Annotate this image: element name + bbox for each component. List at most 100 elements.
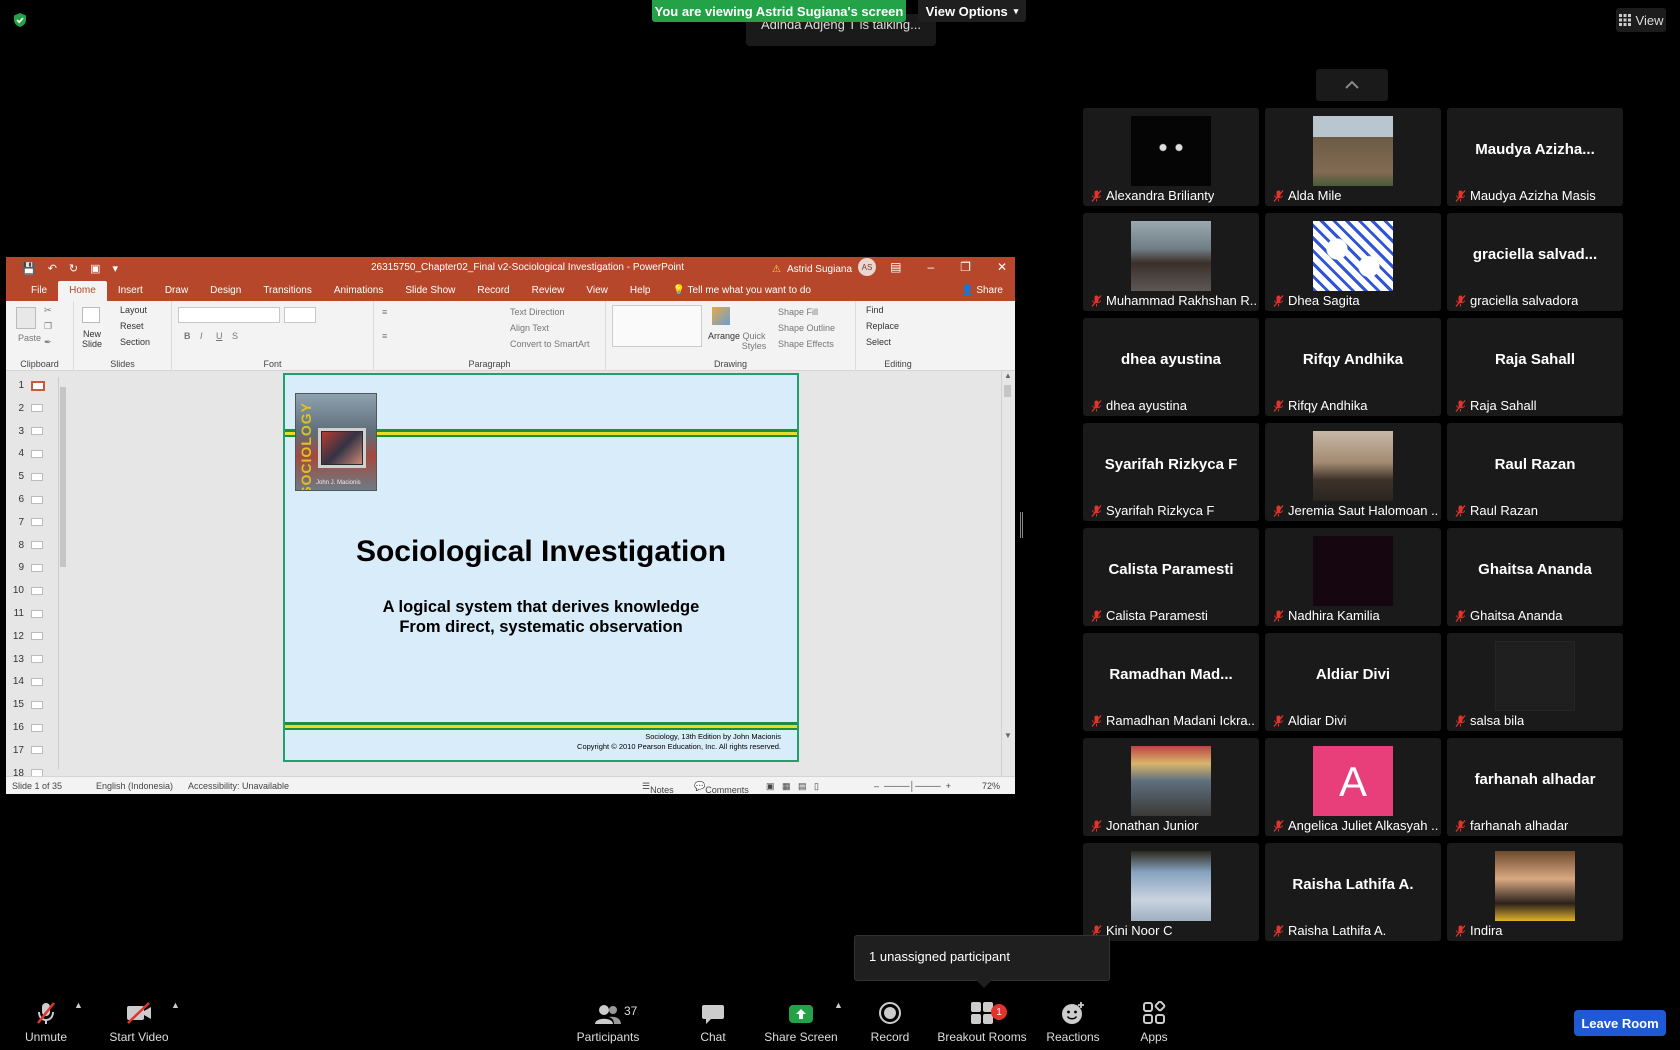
shape-fill-label: Shape Fill <box>778 307 819 317</box>
tab-transitions: Transitions <box>263 285 312 296</box>
participant-video <box>1313 536 1393 606</box>
panel-splitter-handle[interactable] <box>1020 512 1023 538</box>
reactions-button[interactable]: Reactions <box>1046 992 1100 1050</box>
participants-button[interactable]: Participants <box>574 992 642 1050</box>
participant-tile[interactable]: Kini Noor C <box>1083 843 1259 941</box>
save-icon: 💾 <box>22 262 36 275</box>
participant-name-label: Jonathan Junior <box>1091 818 1199 833</box>
layout-label: Layout <box>120 305 148 315</box>
slide-thumbnail-preview <box>31 677 43 686</box>
arrange-label: Arrange <box>708 331 741 341</box>
quick-styles-label: Quick Styles <box>741 331 767 351</box>
apps-button[interactable]: Apps <box>1138 992 1170 1050</box>
breakout-rooms-badge: 1 <box>991 1004 1007 1020</box>
microphone-muted-icon <box>1455 189 1466 202</box>
microphone-muted-icon <box>1273 189 1284 202</box>
gallery-view-button[interactable]: View <box>1616 8 1666 32</box>
start-video-button[interactable]: Start Video <box>106 992 172 1050</box>
unassigned-participant-tooltip[interactable]: 1 unassigned participant <box>854 935 1110 988</box>
participant-tile[interactable]: Aldiar Divi Aldiar Divi <box>1265 633 1441 731</box>
copy-icon: ❐ <box>44 321 53 331</box>
breakout-rooms-button[interactable]: Breakout Rooms <box>936 992 1028 1050</box>
gallery-page-up-button[interactable] <box>1316 69 1388 101</box>
participant-tile[interactable]: Indira <box>1447 843 1623 941</box>
slide-thumbnail: 10 <box>12 580 54 601</box>
participant-tile[interactable]: A Angelica Juliet Alkasyah ... <box>1265 738 1441 836</box>
format-painter-icon: ✒ <box>44 337 52 347</box>
ppt-editing-area: 1 2 3 4 5 6 7 8 9 10 11 12 13 14 15 16 17 18 SOCIOLOGY Jo… <box>6 371 1015 779</box>
participant-tile[interactable]: Alda Mile <box>1265 108 1441 206</box>
share-screen-button[interactable]: Share Screen <box>764 992 838 1050</box>
participant-tile[interactable]: Ramadhan Mad... Ramadhan Madani Ickra... <box>1083 633 1259 731</box>
participant-tile[interactable]: Maudya Azizha... Maudya Azizha Masis <box>1447 108 1623 206</box>
slide-thumbnail-preview <box>31 563 43 572</box>
slide-footer-line-1: Sociology, 13th Edition by John Macionis <box>645 732 781 741</box>
leave-room-button[interactable]: Leave Room <box>1574 1010 1666 1036</box>
ppt-ribbon-tabs: File Home Insert Draw Design Transitions… <box>6 279 1015 301</box>
participant-tile[interactable]: Muhammad Rakhshan R... <box>1083 213 1259 311</box>
participant-name: Nadhira Kamilia <box>1288 608 1380 623</box>
participant-tile[interactable]: Raja Sahall Raja Sahall <box>1447 318 1623 416</box>
participant-tile[interactable]: Raisha Lathifa A. Raisha Lathifa A. <box>1265 843 1441 941</box>
participant-tile[interactable]: Jeremia Saut Halomoan ... <box>1265 423 1441 521</box>
slide-thumbnail-number: 5 <box>18 471 24 483</box>
view-options-button[interactable]: View Options ▾ <box>918 0 1026 22</box>
editing-label: Editing <box>884 359 912 369</box>
tab-insert: Insert <box>117 285 143 296</box>
participant-name: Angelica Juliet Alkasyah ... <box>1288 818 1438 833</box>
tell-me-search: 💡 Tell me what you want to do <box>672 285 811 296</box>
participant-video <box>1313 116 1393 186</box>
record-button[interactable]: Record <box>869 992 911 1050</box>
record-label: Record <box>870 1030 910 1044</box>
participant-tile[interactable]: dhea ayustina dhea ayustina <box>1083 318 1259 416</box>
slide-thumbnail-number: 11 <box>13 608 24 619</box>
participant-tile[interactable]: Rifqy Andhika Rifqy Andhika <box>1265 318 1441 416</box>
share-options-caret-icon[interactable]: ▲ <box>834 1000 843 1010</box>
slide-thumbnail-number: 2 <box>18 402 24 414</box>
participant-tile[interactable]: Jonathan Junior <box>1083 738 1259 836</box>
slide-thumbnail-number: 3 <box>18 425 24 437</box>
participants-label: Participants <box>576 1030 640 1044</box>
thumbnail-scrollbar <box>58 377 66 769</box>
comments-label: Comments <box>705 785 749 794</box>
slide-thumbnail: 17 <box>12 740 54 761</box>
participant-tile[interactable]: Calista Paramesti Calista Paramesti <box>1083 528 1259 626</box>
slide-thumbnail-number: 1 <box>18 380 24 391</box>
slide-thumbnail-preview <box>31 609 43 618</box>
participant-name: Rifqy Andhika <box>1288 398 1368 413</box>
participant-tile[interactable]: salsa bila <box>1447 633 1623 731</box>
slide-thumbnail-number: 9 <box>18 562 24 574</box>
unmute-button[interactable]: Unmute <box>20 992 72 1050</box>
participant-tile[interactable]: Alexandra Brilianty <box>1083 108 1259 206</box>
slide-thumbnail: 8 <box>12 535 54 556</box>
viewing-screen-banner: You are viewing Astrid Sugiana's screen <box>652 0 906 22</box>
participant-tile[interactable]: Dhea Sagita <box>1265 213 1441 311</box>
participant-name-label: dhea ayustina <box>1091 398 1187 413</box>
start-video-label: Start Video <box>109 1030 169 1044</box>
warning-icon: ⚠ <box>772 263 781 275</box>
microphone-muted-icon <box>1273 294 1284 307</box>
participant-tile[interactable]: Nadhira Kamilia <box>1265 528 1441 626</box>
slide-thumbnail-preview <box>31 404 43 413</box>
slide-subtitle: A logical system that derives knowledge … <box>285 597 797 637</box>
slide-thumbnail-preview <box>31 655 43 664</box>
underline-icon: U <box>216 331 223 341</box>
security-shield-icon[interactable] <box>12 12 28 28</box>
font-name-box <box>178 307 280 323</box>
slide-thumbnail-preview <box>31 495 43 504</box>
participant-tile[interactable]: Raul Razan Raul Razan <box>1447 423 1623 521</box>
chat-button[interactable]: Chat <box>696 992 730 1050</box>
audio-options-caret-icon[interactable]: ▲ <box>74 1000 83 1010</box>
participant-tile[interactable]: Syarifah Rizkyca F Syarifah Rizkyca F <box>1083 423 1259 521</box>
customize-icon: ▾ <box>112 262 119 275</box>
chat-bubble-icon <box>702 1005 724 1024</box>
participant-name-label: Ramadhan Madani Ickra... <box>1091 713 1256 728</box>
participant-tile[interactable]: Ghaitsa Ananda Ghaitsa Ananda <box>1447 528 1623 626</box>
participant-name-label: Aldiar Divi <box>1273 713 1347 728</box>
participant-tile[interactable]: graciella salvad... graciella salvadora <box>1447 213 1623 311</box>
video-options-caret-icon[interactable]: ▲ <box>171 1000 180 1010</box>
slide-thumbnail: 7 <box>12 512 54 533</box>
paste-icon <box>16 307 36 329</box>
participant-tile[interactable]: farhanah alhadar farhanah alhadar <box>1447 738 1623 836</box>
window-controls: ▤ – ❐ ✕ <box>890 260 1007 274</box>
